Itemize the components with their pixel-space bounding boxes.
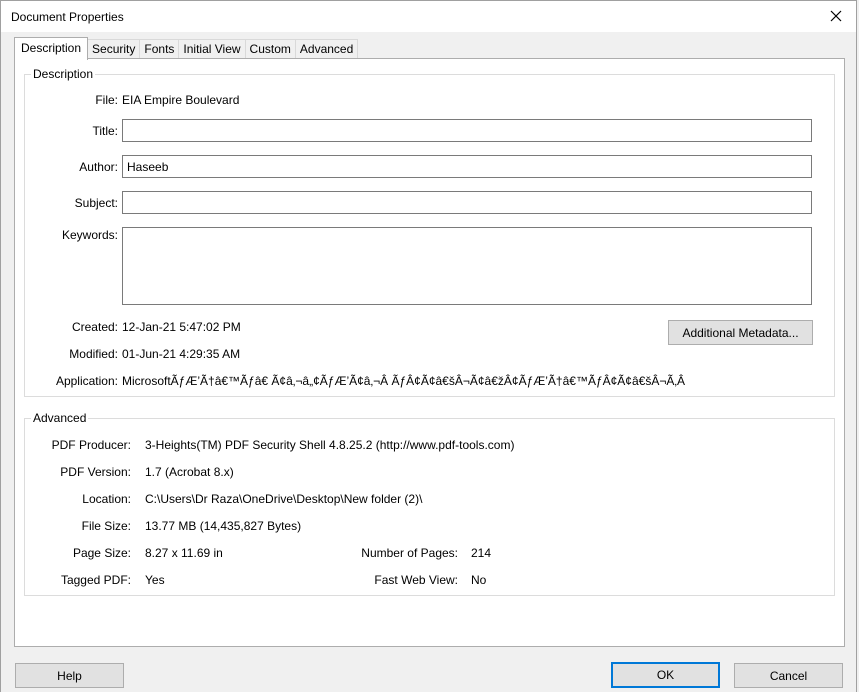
title-field[interactable] [122,119,812,142]
number-of-pages-label: Number of Pages: [361,546,458,560]
ok-button[interactable]: OK [611,662,720,688]
pdf-version-value: 1.7 (Acrobat 8.x) [145,465,234,479]
additional-metadata-button[interactable]: Additional Metadata... [668,320,813,345]
title-label: Title: [92,124,118,138]
keywords-field[interactable] [122,227,812,305]
window-title: Document Properties [11,10,124,24]
tab-custom[interactable]: Custom [244,39,296,60]
created-label: Created: [71,320,118,334]
tab-security[interactable]: Security [87,39,141,60]
modified-value: 01-Jun-21 4:29:35 AM [122,347,241,361]
tab-initial-view[interactable]: Initial View [178,39,246,60]
description-group: Description File: EIA Empire Boulevard T… [24,67,835,397]
title-bar: Document Properties [0,0,857,32]
author-field[interactable] [122,155,812,178]
modified-label: Modified: [69,347,118,361]
tab-panel: Description File: EIA Empire Boulevard T… [14,58,845,647]
tab-strip: Description Security Fonts Initial View … [14,37,359,60]
application-value: MicrosoftÃƒÆ’Ã†â€™Ãƒâ€ Ã¢â‚¬â„¢ÃƒÆ’Ã¢â‚¬… [122,374,686,388]
subject-field[interactable] [122,191,812,214]
close-icon[interactable] [826,6,846,26]
file-size-value: 13.77 MB (14,435,827 Bytes) [145,519,302,533]
location-label: Location: [82,492,131,506]
tagged-pdf-label: Tagged PDF: [60,573,131,587]
tab-advanced[interactable]: Advanced [294,39,359,60]
pdf-version-label: PDF Version: [60,465,131,479]
author-label: Author: [79,160,118,174]
file-size-label: File Size: [81,519,131,533]
fast-web-view-label: Fast Web View: [374,573,458,587]
location-value: C:\Users\Dr Raza\OneDrive\Desktop\New fo… [145,492,423,506]
file-value: EIA Empire Boulevard [122,93,240,107]
file-label: File: [95,93,118,107]
advanced-group-title: Advanced [31,411,89,425]
description-group-title: Description [31,67,96,81]
pdf-producer-value: 3-Heights(TM) PDF Security Shell 4.8.25.… [145,438,515,452]
fast-web-view-value: No [471,573,487,587]
help-button[interactable]: Help [15,663,124,688]
page-size-value: 8.27 x 11.69 in [145,546,223,560]
tab-description[interactable]: Description [14,37,89,60]
tab-fonts[interactable]: Fonts [139,39,180,60]
page-size-label: Page Size: [72,546,131,560]
created-value: 12-Jan-21 5:47:02 PM [122,320,241,334]
keywords-label: Keywords: [61,228,118,242]
subject-label: Subject: [74,196,118,210]
pdf-producer-label: PDF Producer: [51,438,131,452]
tagged-pdf-value: Yes [145,573,165,587]
advanced-group: Advanced PDF Producer: 3-Heights(TM) PDF… [24,411,835,596]
cancel-button[interactable]: Cancel [734,663,843,688]
application-label: Application: [55,374,118,388]
number-of-pages-value: 214 [471,546,492,560]
